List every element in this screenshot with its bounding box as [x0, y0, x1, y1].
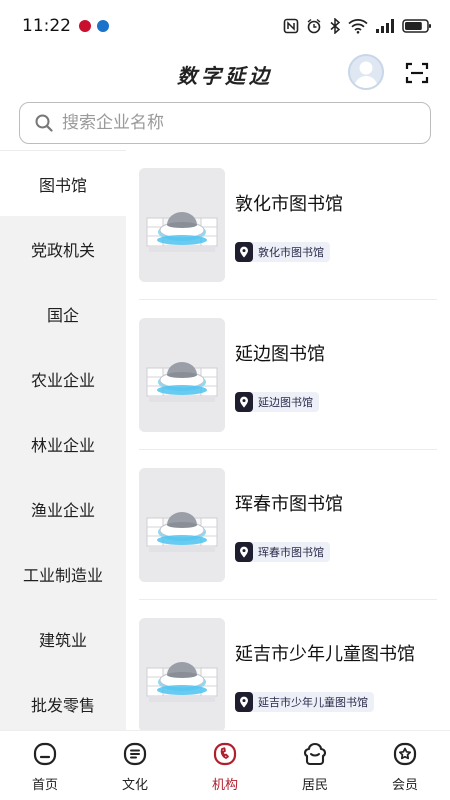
library-thumbnail — [139, 468, 225, 582]
status-icons — [283, 18, 432, 34]
list-item[interactable]: 敦化市图书馆 敦化市图书馆 — [139, 150, 437, 300]
list-item[interactable]: 延边图书馆 延边图书馆 — [139, 300, 437, 450]
default-avatar-icon — [354, 61, 378, 88]
sidebar-item-label: 建筑业 — [38, 630, 87, 650]
bottom-nav: 首页 文化 机构 居民 会员 — [0, 730, 450, 800]
signal-icon — [376, 19, 394, 33]
item-tag-label: 延边图书馆 — [258, 396, 313, 409]
tab-label: 首页 — [31, 778, 58, 793]
bluetooth-icon — [330, 18, 341, 34]
item-tag: 延吉市少年儿童图书馆 — [235, 692, 374, 712]
category-sidebar: 图书馆 党政机关 国企 农业企业 林业企业 渔业企业 工业制造业 建筑业 批发零… — [0, 150, 126, 730]
scan-button[interactable] — [404, 60, 430, 86]
item-title: 珲春市图书馆 — [235, 494, 343, 515]
tab-member[interactable]: 会员 — [360, 731, 450, 800]
sidebar-item-label: 渔业企业 — [30, 500, 95, 520]
battery-icon — [402, 19, 431, 33]
alarm-icon — [307, 18, 321, 34]
sidebar-item-agriculture[interactable]: 农业企业 — [0, 346, 126, 411]
tab-label: 文化 — [121, 778, 148, 793]
item-tag: 珲春市图书馆 — [235, 542, 330, 562]
institution-icon — [213, 742, 237, 766]
sidebar-item-label: 林业企业 — [30, 435, 95, 455]
app-header: 数字延边 — [0, 52, 450, 96]
sidebar-item-label: 党政机关 — [30, 240, 95, 260]
resident-icon — [303, 742, 327, 766]
tab-culture[interactable]: 文化 — [90, 731, 180, 800]
sidebar-item-fishery[interactable]: 渔业企业 — [0, 476, 126, 541]
sidebar-item-forestry[interactable]: 林业企业 — [0, 411, 126, 476]
tab-label: 机构 — [211, 778, 238, 793]
sidebar-item-government[interactable]: 党政机关 — [0, 216, 126, 281]
status-bar: 11:22 — [0, 0, 450, 52]
institution-list: 敦化市图书馆 敦化市图书馆 延边图书馆 延边图书馆 珲春市图书馆 珲春市图书馆 … — [126, 150, 450, 730]
sidebar-item-manufacturing[interactable]: 工业制造业 — [0, 541, 126, 606]
location-pin-icon — [235, 542, 253, 562]
avatar[interactable] — [348, 54, 384, 90]
location-pin-icon — [235, 392, 253, 412]
search-box[interactable] — [19, 102, 431, 144]
culture-icon — [123, 742, 147, 766]
nfc-icon — [283, 18, 299, 34]
location-pin-icon — [235, 692, 253, 712]
search-icon — [35, 114, 53, 132]
library-thumbnail — [139, 618, 225, 730]
location-pin-icon — [235, 242, 253, 262]
list-item[interactable]: 延吉市少年儿童图书馆 延吉市少年儿童图书馆 — [139, 600, 437, 730]
item-title: 延吉市少年儿童图书馆 — [235, 644, 415, 665]
wifi-icon — [348, 19, 368, 34]
library-thumbnail — [139, 168, 225, 282]
item-tag-label: 延吉市少年儿童图书馆 — [258, 696, 368, 709]
tab-label: 会员 — [391, 778, 418, 793]
sidebar-item-label: 工业制造业 — [22, 565, 103, 585]
sidebar-item-label: 批发零售 — [30, 695, 95, 715]
sidebar-item-construction[interactable]: 建筑业 — [0, 606, 126, 671]
scan-icon — [405, 62, 429, 84]
tab-institution[interactable]: 机构 — [180, 731, 270, 800]
sidebar-item-wholesale-retail[interactable]: 批发零售 — [0, 671, 126, 730]
sidebar-item-state-owned[interactable]: 国企 — [0, 281, 126, 346]
sidebar-item-label: 国企 — [46, 305, 79, 325]
item-tag-label: 敦化市图书馆 — [258, 246, 324, 259]
tab-home[interactable]: 首页 — [0, 731, 90, 800]
home-icon — [33, 742, 57, 766]
metro-app-icon — [79, 20, 91, 32]
list-item[interactable]: 珲春市图书馆 珲春市图书馆 — [139, 450, 437, 600]
item-title: 延边图书馆 — [235, 344, 325, 365]
search-input[interactable] — [62, 113, 402, 133]
status-time: 11:22 — [22, 16, 71, 36]
item-tag-label: 珲春市图书馆 — [258, 546, 324, 559]
member-icon — [393, 742, 417, 766]
sidebar-item-library[interactable]: 图书馆 — [0, 151, 126, 216]
browser-app-icon — [97, 20, 109, 32]
tab-resident[interactable]: 居民 — [270, 731, 360, 800]
library-thumbnail — [139, 318, 225, 432]
sidebar-item-label: 图书馆 — [38, 175, 87, 195]
item-tag: 延边图书馆 — [235, 392, 319, 412]
tab-label: 居民 — [301, 778, 328, 793]
sidebar-item-label: 农业企业 — [30, 370, 95, 390]
item-title: 敦化市图书馆 — [235, 194, 343, 215]
item-tag: 敦化市图书馆 — [235, 242, 330, 262]
